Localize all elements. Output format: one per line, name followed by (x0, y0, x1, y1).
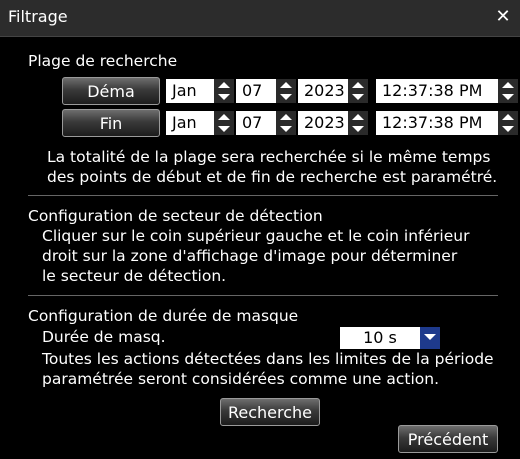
search-range-note-line1: La totalité de la plage sera recherchée … (47, 148, 491, 166)
chevron-down-icon[interactable] (420, 327, 440, 349)
start-time-field[interactable]: 12:37:38 PM (376, 79, 498, 103)
search-range-note-line2: des points de début et de fin de recherc… (47, 168, 498, 186)
spinner-up-icon[interactable] (214, 111, 234, 123)
end-time-spinner[interactable] (498, 111, 518, 135)
search-button[interactable]: Recherche (220, 398, 320, 426)
detection-area-heading: Configuration de secteur de détection (28, 207, 323, 225)
spinner-up-icon[interactable] (348, 79, 368, 91)
spinner-up-icon[interactable] (214, 79, 234, 91)
section-divider (28, 195, 498, 196)
start-year-field[interactable]: 2023 (298, 79, 348, 103)
search-range-heading: Plage de recherche (28, 52, 178, 70)
end-month-field[interactable]: Jan (166, 111, 214, 135)
spinner-up-icon[interactable] (348, 111, 368, 123)
mask-duration-value: 10 s (363, 328, 397, 347)
previous-button[interactable]: Précédent (398, 425, 498, 453)
mask-note-line2: paramétrée seront considérées comme une … (42, 370, 440, 388)
start-month-field[interactable]: Jan (166, 79, 214, 103)
spinner-down-icon[interactable] (498, 91, 518, 103)
spinner-down-icon[interactable] (348, 123, 368, 135)
spinner-up-icon[interactable] (498, 79, 518, 91)
detection-area-line2: droit sur la zone d'affichage d'image po… (42, 247, 458, 265)
start-button[interactable]: Déma (62, 77, 160, 105)
spinner-up-icon[interactable] (276, 79, 296, 91)
start-month-spinner[interactable] (214, 79, 234, 103)
end-time-field[interactable]: 12:37:38 PM (376, 111, 498, 135)
spinner-down-icon[interactable] (276, 91, 296, 103)
end-day-field[interactable]: 07 (236, 111, 276, 135)
detection-area-line1: Cliquer sur le coin supérieur gauche et … (42, 227, 470, 245)
spinner-down-icon[interactable] (498, 123, 518, 135)
spinner-down-icon[interactable] (276, 123, 296, 135)
mask-heading: Configuration de durée de masque (28, 307, 299, 325)
close-icon[interactable]: ✕ (492, 6, 514, 28)
spinner-down-icon[interactable] (214, 91, 234, 103)
start-year-spinner[interactable] (348, 79, 368, 103)
end-month-spinner[interactable] (214, 111, 234, 135)
title-bar: Filtrage ✕ (0, 0, 520, 37)
mask-duration-select[interactable]: 10 s (340, 327, 440, 349)
spinner-down-icon[interactable] (348, 91, 368, 103)
end-button[interactable]: Fin (62, 109, 160, 137)
mask-duration-label: Durée de masq. (42, 328, 166, 346)
section-divider (28, 295, 498, 296)
start-day-field[interactable]: 07 (236, 79, 276, 103)
end-year-field[interactable]: 2023 (298, 111, 348, 135)
filter-dialog: Filtrage ✕ Plage de recherche Déma Jan 0… (0, 0, 520, 459)
end-year-spinner[interactable] (348, 111, 368, 135)
spinner-up-icon[interactable] (276, 111, 296, 123)
detection-area-line3: le secteur de détection. (42, 267, 227, 285)
spinner-up-icon[interactable] (498, 111, 518, 123)
end-day-spinner[interactable] (276, 111, 296, 135)
start-day-spinner[interactable] (276, 79, 296, 103)
dialog-title: Filtrage (8, 7, 68, 26)
start-time-spinner[interactable] (498, 79, 518, 103)
spinner-down-icon[interactable] (214, 123, 234, 135)
mask-note-line1: Toutes les actions détectées dans les li… (42, 350, 494, 368)
